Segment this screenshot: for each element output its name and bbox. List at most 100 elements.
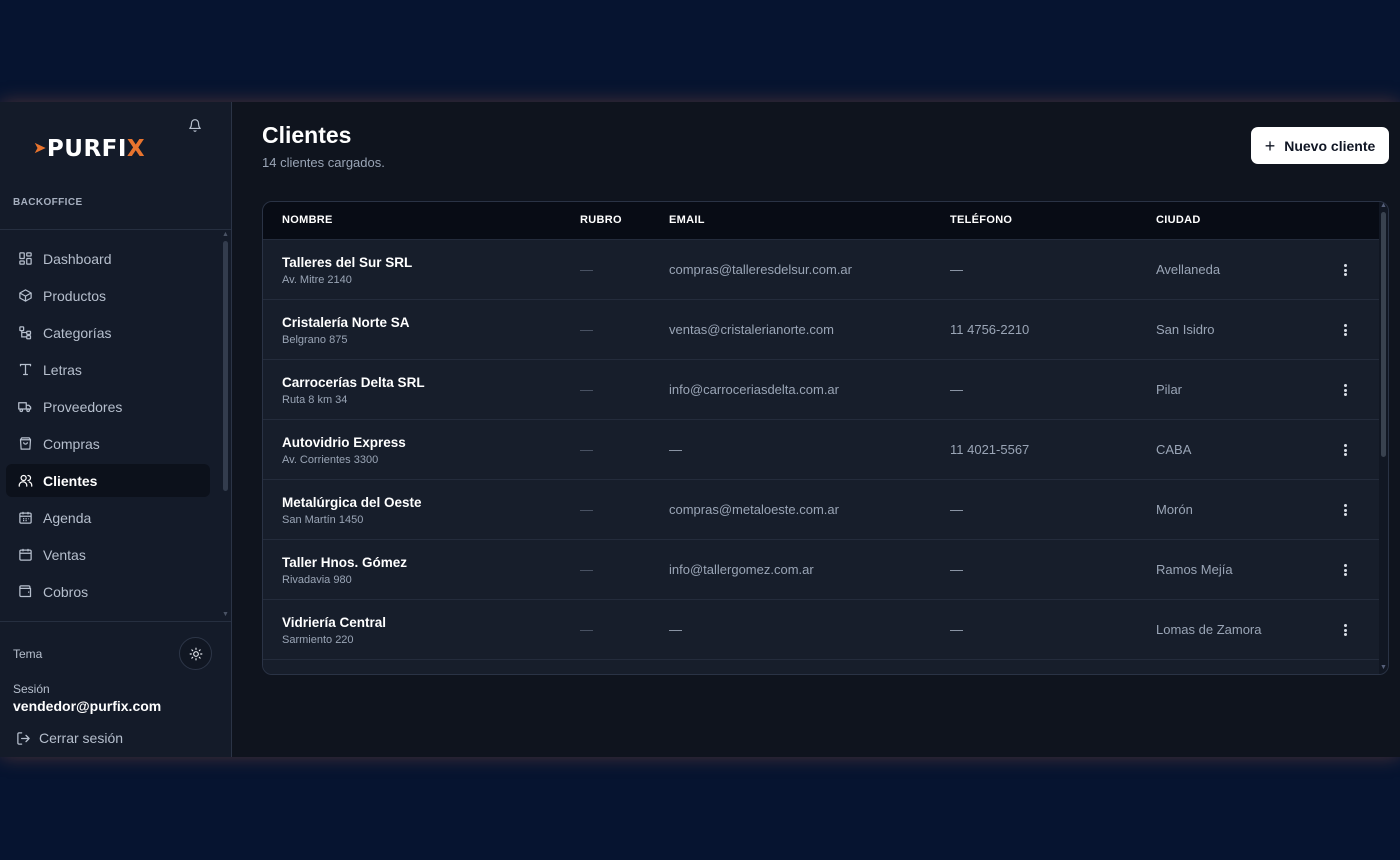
- table-row[interactable]: Autovidrio Express Av. Corrientes 3300 —…: [263, 419, 1379, 479]
- sidebar-item-cobros[interactable]: Cobros: [6, 575, 210, 608]
- client-email: compras@talleresdelsur.com.ar: [669, 262, 852, 277]
- column-header-telefono[interactable]: TELÉFONO: [950, 214, 1012, 226]
- logo-text-accent: X: [126, 136, 146, 162]
- table-scrollbar[interactable]: ▲ ▼: [1379, 202, 1388, 674]
- sidebar-item-label: Cobros: [43, 583, 89, 600]
- client-city: San Isidro: [1156, 322, 1215, 337]
- client-phone: —: [950, 562, 963, 577]
- sidebar-item-agenda[interactable]: Agenda: [6, 501, 210, 534]
- sidebar-nav: Dashboard Productos Categorías Letras Pr…: [6, 242, 210, 612]
- sidebar-item-proveedores[interactable]: Proveedores: [6, 390, 210, 423]
- dashboard-icon: [17, 251, 33, 267]
- scroll-down-icon[interactable]: ▼: [222, 611, 229, 618]
- sidebar-item-ventas[interactable]: Ventas: [6, 538, 210, 571]
- column-header-ciudad[interactable]: CIUDAD: [1156, 214, 1201, 226]
- sidebar-item-label: Agenda: [43, 509, 92, 526]
- type-icon: [17, 362, 33, 378]
- row-actions-icon[interactable]: [1341, 442, 1349, 458]
- row-actions-icon[interactable]: [1341, 322, 1349, 338]
- client-city: Pilar: [1156, 382, 1183, 397]
- client-email: —: [669, 442, 682, 457]
- client-rubro: —: [580, 262, 593, 277]
- session-label: Sesión: [13, 682, 50, 696]
- table-row[interactable]: Metalúrgica del Oeste San Martín 1450 — …: [263, 479, 1379, 539]
- logout-button[interactable]: Cerrar sesión: [16, 730, 123, 746]
- row-actions-icon[interactable]: [1341, 562, 1349, 578]
- scroll-up-icon[interactable]: ▲: [222, 231, 229, 238]
- box-icon: [17, 288, 33, 304]
- client-address: Ruta 8 km 34: [282, 394, 348, 406]
- new-client-button[interactable]: + Nuevo cliente: [1251, 127, 1389, 164]
- table-row[interactable]: Talleres del Sur SRL Av. Mitre 2140 — co…: [263, 239, 1379, 299]
- client-phone: —: [950, 502, 963, 517]
- row-actions-icon[interactable]: [1341, 262, 1349, 278]
- client-address: Belgrano 875: [282, 334, 348, 346]
- row-actions-icon[interactable]: [1341, 382, 1349, 398]
- sidebar-item-label: Proveedores: [43, 398, 123, 415]
- bell-icon[interactable]: [186, 116, 204, 134]
- logout-label: Cerrar sesión: [39, 730, 124, 746]
- client-city: Morón: [1156, 502, 1193, 517]
- table-row[interactable]: Cristalería Norte SA Belgrano 875 — vent…: [263, 299, 1379, 359]
- client-email: compras@metaloeste.com.ar: [669, 502, 839, 517]
- column-header-rubro[interactable]: RUBRO: [580, 214, 622, 226]
- scroll-down-icon[interactable]: ▼: [1380, 664, 1387, 671]
- sun-icon: [189, 647, 202, 660]
- logo-text: PURFI: [46, 136, 127, 162]
- client-city: Avellaneda: [1156, 262, 1221, 277]
- clients-table: NOMBRE RUBRO EMAIL TELÉFONO CIUDAD Talle…: [262, 201, 1389, 675]
- scrollbar-thumb[interactable]: [223, 241, 228, 491]
- client-city: Ramos Mejía: [1156, 562, 1233, 577]
- sidebar-item-clientes[interactable]: Clientes: [6, 464, 210, 497]
- table-row[interactable]: Carrocerías Delta SRL Ruta 8 km 34 — inf…: [263, 359, 1379, 419]
- client-name: Vidriería Central: [282, 615, 387, 630]
- scroll-up-icon[interactable]: ▲: [1380, 202, 1387, 209]
- sidebar-item-label: Compras: [43, 435, 100, 452]
- sidebar-item-categorias[interactable]: Categorías: [6, 316, 210, 349]
- sidebar-item-productos[interactable]: Productos: [6, 279, 210, 312]
- client-rubro: —: [580, 382, 593, 397]
- wallet-icon: [17, 584, 33, 600]
- client-name: Metalúrgica del Oeste: [282, 495, 422, 510]
- sidebar-item-label: Dashboard: [43, 250, 112, 267]
- client-phone: 11 4756-2210: [950, 322, 1030, 337]
- client-email: —: [669, 622, 682, 637]
- sidebar-item-dashboard[interactable]: Dashboard: [6, 242, 210, 275]
- client-email: info@tallergomez.com.ar: [669, 562, 814, 577]
- table-header: NOMBRE RUBRO EMAIL TELÉFONO CIUDAD: [263, 202, 1379, 239]
- sidebar-item-label: Clientes: [43, 472, 98, 489]
- client-name: Carrocerías Delta SRL: [282, 375, 425, 390]
- session-user: vendedor@purfix.com: [13, 698, 162, 714]
- theme-toggle-button[interactable]: [179, 637, 212, 670]
- theme-label: Tema: [13, 647, 43, 661]
- column-header-nombre[interactable]: NOMBRE: [282, 214, 333, 226]
- client-rubro: —: [580, 502, 593, 517]
- row-actions-icon[interactable]: [1341, 622, 1349, 638]
- scrollbar-thumb[interactable]: [1381, 212, 1386, 457]
- sidebar-item-compras[interactable]: Compras: [6, 427, 210, 460]
- client-rubro: —: [580, 322, 593, 337]
- client-phone: —: [950, 262, 963, 277]
- column-header-email[interactable]: EMAIL: [669, 214, 705, 226]
- page-subtitle: 14 clientes cargados.: [262, 155, 385, 170]
- table-row[interactable]: [263, 659, 1379, 674]
- logo-mark-icon: ➤: [33, 137, 47, 157]
- client-address: San Martín 1450: [282, 514, 364, 526]
- row-actions-icon[interactable]: [1341, 502, 1349, 518]
- divider: [0, 229, 231, 230]
- divider: [0, 621, 231, 622]
- client-email: ventas@cristalerianorte.com: [669, 322, 834, 337]
- table-row[interactable]: Vidriería Central Sarmiento 220 — — — Lo…: [263, 599, 1379, 659]
- sidebar-item-label: Productos: [43, 287, 107, 304]
- table-row[interactable]: Taller Hnos. Gómez Rivadavia 980 — info@…: [263, 539, 1379, 599]
- sidebar-item-letras[interactable]: Letras: [6, 353, 210, 386]
- page-title: Clientes: [262, 122, 352, 148]
- client-email: info@carroceriasdelta.com.ar: [669, 382, 839, 397]
- purfix-logo[interactable]: ➤ PURFI X: [33, 136, 145, 162]
- sidebar: ➤ PURFI X BACKOFFICE Dashboard Productos C…: [0, 102, 232, 757]
- client-phone: —: [950, 382, 963, 397]
- sidebar-scrollbar[interactable]: ▲ ▼: [222, 231, 230, 621]
- calendar-icon: [17, 510, 33, 526]
- users-icon: [17, 473, 33, 489]
- client-rubro: —: [580, 442, 593, 457]
